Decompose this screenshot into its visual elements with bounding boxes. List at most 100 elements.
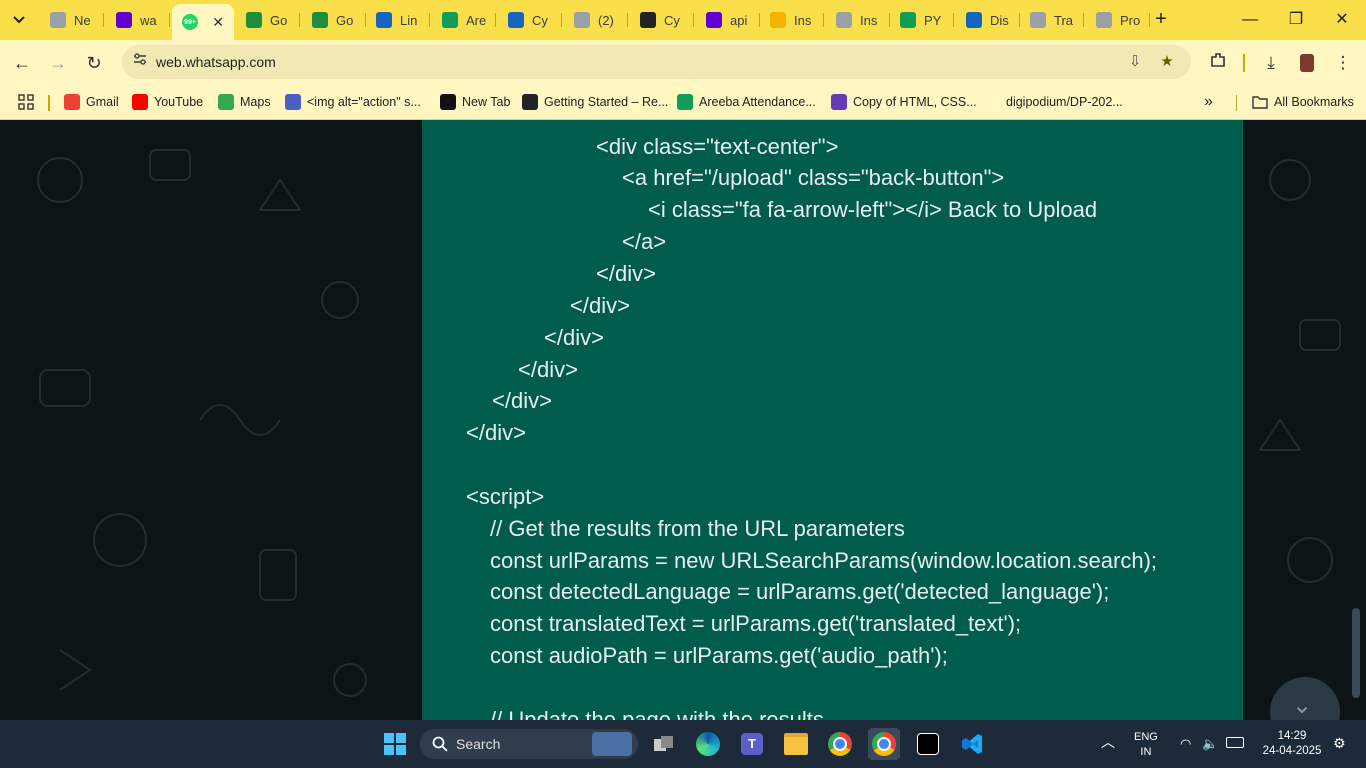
task-view-icon[interactable] (648, 728, 680, 760)
minimize-button[interactable]: — (1230, 8, 1270, 32)
browser-tab[interactable]: Go (302, 6, 366, 34)
battery-icon[interactable] (1226, 737, 1244, 748)
tray-overflow-icon[interactable]: ︿ (1101, 735, 1115, 750)
forward-button[interactable]: → (46, 51, 70, 75)
tab-search-button[interactable] (6, 9, 32, 31)
clock[interactable]: 14:29 24-04-2025 (1258, 729, 1326, 759)
whatsapp-chat-area: <div class="text-center"> <a href="/uploa… (0, 120, 1366, 720)
bookmark-label: Areeba Attendance... (699, 95, 816, 109)
vscode-icon[interactable] (956, 728, 988, 760)
browser-tab[interactable]: PY (890, 6, 954, 34)
all-bookmarks-button[interactable]: All Bookmarks (1252, 92, 1354, 112)
tab-separator (561, 13, 562, 27)
code-line: // Get the results from the URL paramete… (490, 516, 905, 541)
capcut-icon[interactable] (912, 728, 944, 760)
chevron-down-icon (13, 16, 25, 24)
tab-title: Ne (74, 12, 91, 28)
browser-tab[interactable]: Ins (826, 6, 890, 34)
browser-tab[interactable]: Ins (760, 6, 824, 34)
browser-tab[interactable]: Dis (956, 6, 1020, 34)
apps-grid-icon[interactable] (18, 92, 34, 112)
taskbar-search[interactable]: Search (420, 729, 638, 759)
k-icon (376, 12, 392, 28)
lang-bottom: IN (1140, 746, 1152, 758)
search-highlight-image (592, 732, 632, 756)
browser-tab[interactable]: Pro (1086, 6, 1150, 34)
browser-tab[interactable]: wa (106, 6, 170, 34)
file-explorer-icon[interactable] (780, 728, 812, 760)
new-tab-button[interactable]: + (1150, 8, 1172, 30)
bookmark-item[interactable]: Maps (218, 92, 271, 112)
search-icon (432, 736, 448, 752)
chrome-icon[interactable] (824, 728, 856, 760)
code-line: </div> (596, 261, 656, 286)
bookmark-label: Getting Started – Re... (544, 95, 669, 109)
windows-taskbar: Search T ︿ ENG IN ◠ 🔈 14:29 24-04-2025 ⚙ (0, 720, 1366, 768)
k-icon (508, 12, 524, 28)
google-classroom-icon (246, 12, 262, 28)
close-tab-icon[interactable]: ✕ (212, 14, 224, 31)
bookmark-item[interactable]: digipodium/DP-202... (1006, 92, 1123, 112)
tab-strip: Ne wa 99+ ✕ Go Go Lin Are Cy (2) Cy api Ins Ins PY Dis T… (0, 0, 1366, 40)
bookmark-item[interactable]: Getting Started – Re... (522, 92, 668, 112)
close-window-button[interactable]: ✕ (1322, 8, 1362, 32)
downloads-icon[interactable]: ⤓ (1259, 51, 1283, 75)
code-line: const detectedLanguage = urlParams.get('… (490, 579, 1110, 604)
menu-icon[interactable]: ⋮ (1331, 51, 1355, 75)
bookmark-item[interactable]: YouTube (132, 92, 203, 112)
bookmark-item[interactable]: New Tab (440, 92, 510, 112)
notification-icon[interactable]: ⚙ (1333, 736, 1346, 751)
tab-title: Pro (1120, 12, 1141, 28)
code-line: </div> (544, 325, 604, 350)
tab-title: Cy (532, 12, 548, 28)
address-bar[interactable]: web.whatsapp.com ⇩ ★ (122, 45, 1191, 79)
bookmark-label: Gmail (86, 95, 119, 109)
teams-icon[interactable]: T (736, 728, 768, 760)
browser-tab[interactable]: Ne (40, 6, 104, 34)
reload-button[interactable]: ↻ (82, 51, 106, 75)
forms-icon (831, 94, 847, 110)
code-line: // Update the page with the results (490, 707, 824, 720)
more-bookmarks-button[interactable]: » (1204, 92, 1213, 112)
site-info-icon[interactable] (130, 52, 150, 72)
start-button[interactable] (379, 728, 411, 760)
bookmark-star-icon[interactable]: ★ (1157, 52, 1177, 72)
browser-tab[interactable]: Go (236, 6, 300, 34)
browser-tab[interactable]: Lin (366, 6, 430, 34)
browser-tab[interactable]: 99+ ✕ (172, 4, 234, 40)
profile-avatar[interactable] (1295, 51, 1319, 75)
chrome-active-icon[interactable] (868, 728, 900, 760)
gmail-icon (64, 94, 80, 110)
g-icon (285, 94, 301, 110)
bookmark-item[interactable]: <img alt="action" s... (285, 92, 421, 112)
browser-tab[interactable]: Tra (1020, 6, 1084, 34)
bookmark-label: YouTube (154, 95, 204, 109)
tab-title: Cy (664, 12, 680, 28)
browser-tab[interactable]: Cy (498, 6, 562, 34)
tab-title: Go (270, 12, 288, 28)
tab-separator (823, 13, 824, 27)
install-app-icon[interactable]: ⇩ (1125, 52, 1145, 72)
volume-icon[interactable]: 🔈 (1202, 736, 1218, 751)
restore-button[interactable]: ❐ (1276, 8, 1316, 32)
browser-tab[interactable]: Cy (630, 6, 694, 34)
globe-icon (1030, 12, 1046, 28)
bookmark-item[interactable]: Areeba Attendance... (677, 92, 816, 112)
back-button[interactable]: ← (10, 51, 34, 75)
browser-tab[interactable]: (2) (564, 6, 628, 34)
tab-title: Dis (990, 12, 1009, 28)
browser-tab[interactable]: api (696, 6, 760, 34)
extensions-icon[interactable] (1206, 51, 1230, 75)
globe-icon (574, 12, 590, 28)
bookmark-item[interactable]: Gmail (64, 92, 119, 112)
yahoo-icon (706, 12, 722, 28)
browser-tab[interactable]: Are (432, 6, 496, 34)
language-indicator[interactable]: ENG IN (1134, 730, 1158, 760)
edge-icon[interactable] (692, 728, 724, 760)
code-line: </div> (492, 388, 552, 413)
toolbar-divider (1243, 54, 1245, 72)
scrollbar-thumb[interactable] (1352, 608, 1360, 698)
bookmark-item[interactable]: Copy of HTML, CSS... (831, 92, 977, 112)
wifi-icon[interactable]: ◠ (1180, 736, 1191, 751)
code-line: </div> (570, 293, 630, 318)
